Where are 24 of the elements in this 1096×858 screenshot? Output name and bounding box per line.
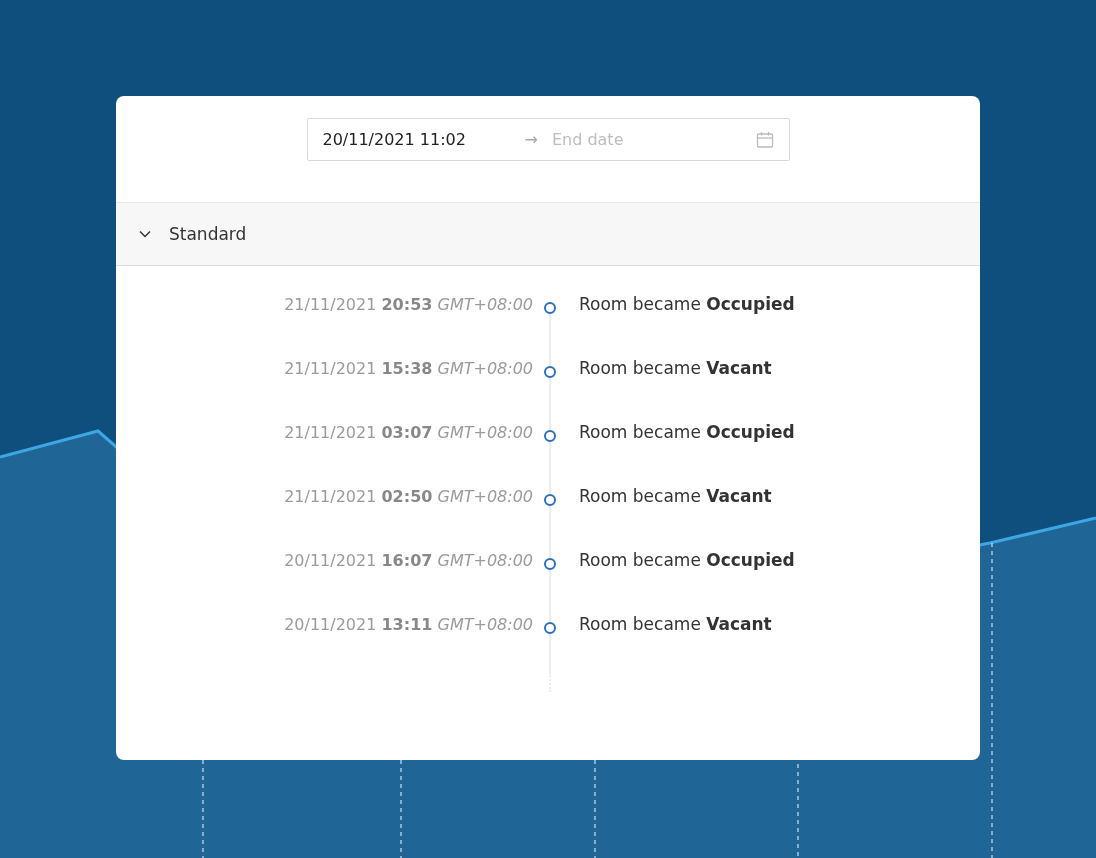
event-message: Room became Vacant	[578, 613, 772, 636]
event-message: Room became Vacant	[578, 485, 772, 508]
arrow-separator: →	[524, 130, 538, 149]
event-message: Room became Occupied	[578, 293, 795, 316]
event-message: Room became Occupied	[578, 421, 795, 444]
event-timestamp: 21/11/2021 02:50 GMT+08:00	[283, 486, 533, 508]
event-timestamp: 20/11/2021 16:07 GMT+08:00	[283, 550, 533, 572]
start-date-value: 20/11/2021 11:02	[322, 130, 467, 149]
timeline-dot	[544, 430, 556, 442]
event-timestamp: 21/11/2021 03:07 GMT+08:00	[283, 422, 533, 444]
timeline-dot	[544, 366, 556, 378]
date-range-field[interactable]: 20/11/2021 11:02 → End date	[306, 118, 790, 161]
event-timestamp: 21/11/2021 15:38 GMT+08:00	[283, 358, 533, 380]
timeline-dot	[544, 622, 556, 634]
timeline-dot	[544, 558, 556, 570]
timeline-dot	[544, 494, 556, 506]
event-timestamp: 21/11/2021 20:53 GMT+08:00	[283, 294, 533, 316]
event-message: Room became Vacant	[578, 357, 772, 380]
event-timestamp: 20/11/2021 13:11 GMT+08:00	[283, 614, 533, 636]
section-title: Standard	[169, 224, 247, 244]
section-header[interactable]: Standard	[116, 203, 980, 266]
event-message: Room became Occupied	[578, 549, 795, 572]
calendar-icon	[755, 130, 774, 149]
timeline-dot	[544, 302, 556, 314]
